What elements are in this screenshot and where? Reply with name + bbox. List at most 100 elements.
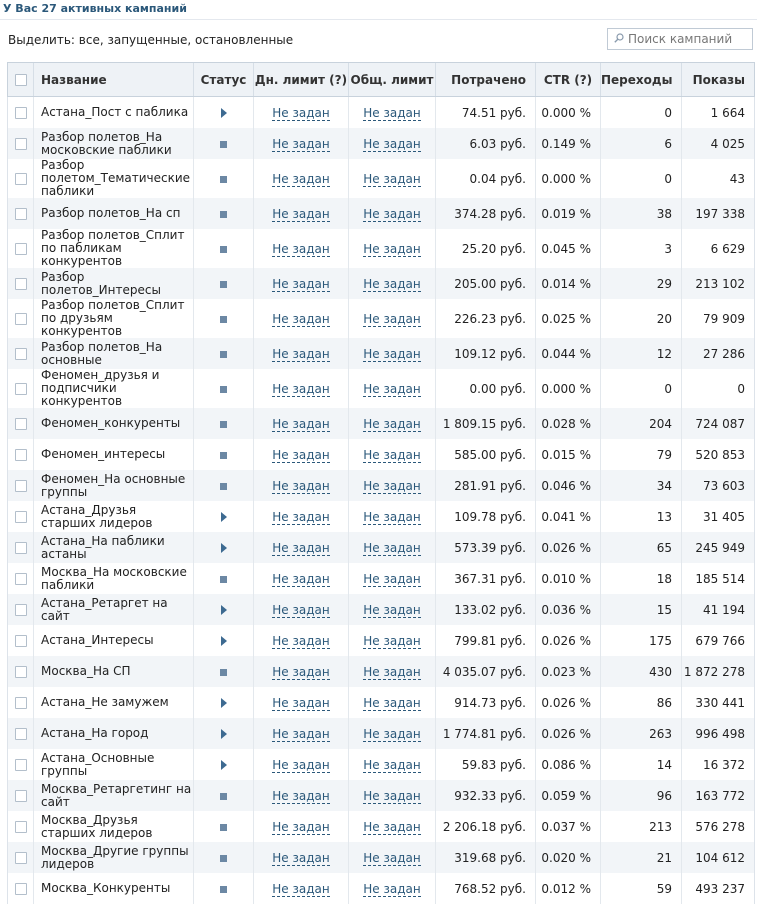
play-icon[interactable] xyxy=(221,729,227,739)
select-all-checkbox[interactable] xyxy=(15,74,27,86)
row-checkbox[interactable] xyxy=(15,383,27,395)
campaign-status[interactable] xyxy=(194,501,254,532)
row-checkbox[interactable] xyxy=(15,542,27,554)
campaign-status[interactable] xyxy=(194,842,254,873)
stop-icon[interactable] xyxy=(220,141,227,148)
campaign-status[interactable] xyxy=(194,299,254,338)
total-limit-link[interactable]: Не задан xyxy=(363,510,420,525)
column-header-spent[interactable]: Потрачено xyxy=(436,63,536,97)
campaign-search-input[interactable] xyxy=(628,29,748,49)
daily-limit-link[interactable]: Не задан xyxy=(272,882,329,897)
daily-limit-link[interactable]: Не задан xyxy=(272,137,329,152)
column-header-clicks[interactable]: Переходы xyxy=(601,63,682,97)
total-limit-link[interactable]: Не задан xyxy=(363,820,420,835)
campaign-status[interactable] xyxy=(194,97,254,129)
stop-icon[interactable] xyxy=(220,669,227,676)
daily-limit-link[interactable]: Не задан xyxy=(272,572,329,587)
daily-limit-link[interactable]: Не задан xyxy=(272,347,329,362)
total-limit-link[interactable]: Не задан xyxy=(363,448,420,463)
daily-limit-link[interactable]: Не задан xyxy=(272,727,329,742)
campaign-name[interactable]: Москва_Друзья старших лидеров xyxy=(34,811,194,842)
daily-limit-link[interactable]: Не задан xyxy=(272,758,329,773)
column-header-status[interactable]: Статус xyxy=(194,63,254,97)
campaign-status[interactable] xyxy=(194,656,254,687)
campaign-name[interactable]: Разбор полетов_На сп xyxy=(34,198,194,229)
daily-limit-link[interactable]: Не задан xyxy=(272,277,329,292)
stop-icon[interactable] xyxy=(220,886,227,893)
campaign-status[interactable] xyxy=(194,229,254,268)
row-checkbox[interactable] xyxy=(15,790,27,802)
play-icon[interactable] xyxy=(221,512,227,522)
total-limit-link[interactable]: Не задан xyxy=(363,417,420,432)
total-limit-link[interactable]: Не задан xyxy=(363,277,420,292)
daily-limit-link[interactable]: Не задан xyxy=(272,417,329,432)
campaign-name[interactable]: Разбор полетов_На московские паблики xyxy=(34,128,194,159)
play-icon[interactable] xyxy=(221,605,227,615)
row-checkbox[interactable] xyxy=(15,107,27,119)
stop-icon[interactable] xyxy=(220,421,227,428)
campaign-status[interactable] xyxy=(194,749,254,780)
daily-limit-link[interactable]: Не задан xyxy=(272,479,329,494)
campaign-name[interactable]: Астана_Друзья старших лидеров xyxy=(34,501,194,532)
total-limit-link[interactable]: Не задан xyxy=(363,665,420,680)
total-limit-link[interactable]: Не задан xyxy=(363,851,420,866)
total-limit-link[interactable]: Не задан xyxy=(363,242,420,257)
daily-limit-link[interactable]: Не задан xyxy=(272,634,329,649)
stop-icon[interactable] xyxy=(220,211,227,218)
row-checkbox[interactable] xyxy=(15,449,27,461)
stop-icon[interactable] xyxy=(220,855,227,862)
stop-icon[interactable] xyxy=(220,351,227,358)
daily-limit-link[interactable]: Не задан xyxy=(272,820,329,835)
campaign-name[interactable]: Астана_На город xyxy=(34,718,194,749)
total-limit-link[interactable]: Не задан xyxy=(363,789,420,804)
row-checkbox[interactable] xyxy=(15,243,27,255)
campaign-status[interactable] xyxy=(194,532,254,563)
daily-limit-link[interactable]: Не задан xyxy=(272,312,329,327)
stop-icon[interactable] xyxy=(220,793,227,800)
row-checkbox[interactable] xyxy=(15,208,27,220)
total-limit-link[interactable]: Не задан xyxy=(363,603,420,618)
campaign-name[interactable]: Феномен_интересы xyxy=(34,439,194,470)
play-icon[interactable] xyxy=(221,543,227,553)
campaign-status[interactable] xyxy=(194,369,254,408)
total-limit-link[interactable]: Не задан xyxy=(363,312,420,327)
total-limit-link[interactable]: Не задан xyxy=(363,137,420,152)
campaign-status[interactable] xyxy=(194,439,254,470)
row-checkbox[interactable] xyxy=(15,348,27,360)
stop-icon[interactable] xyxy=(220,576,227,583)
total-limit-link[interactable]: Не задан xyxy=(363,727,420,742)
column-header-daily-limit[interactable]: Дн. лимит (?) xyxy=(254,63,349,97)
play-icon[interactable] xyxy=(221,760,227,770)
campaign-name[interactable]: Разбор полетов_На основные xyxy=(34,338,194,369)
total-limit-link[interactable]: Не задан xyxy=(363,696,420,711)
row-checkbox[interactable] xyxy=(15,852,27,864)
campaign-status[interactable] xyxy=(194,594,254,625)
campaign-name[interactable]: Москва_На московские паблики xyxy=(34,563,194,594)
row-checkbox[interactable] xyxy=(15,418,27,430)
campaign-name[interactable]: Астана_Не замужем xyxy=(34,687,194,718)
total-limit-link[interactable]: Не задан xyxy=(363,172,420,187)
campaign-name[interactable]: Разбор полетов_Интересы xyxy=(34,268,194,299)
campaign-status[interactable] xyxy=(194,470,254,501)
row-checkbox[interactable] xyxy=(15,278,27,290)
total-limit-link[interactable]: Не задан xyxy=(363,382,420,397)
select-filter-label[interactable]: Выделить: все, запущенные, остановленные xyxy=(8,33,293,47)
campaign-name[interactable]: Астана_Пост с паблика xyxy=(34,97,194,129)
campaign-name[interactable]: Феномен_На основные группы xyxy=(34,470,194,501)
daily-limit-link[interactable]: Не задан xyxy=(272,207,329,222)
campaign-name[interactable]: Астана_На паблики астаны xyxy=(34,532,194,563)
stop-icon[interactable] xyxy=(220,246,227,253)
daily-limit-link[interactable]: Не задан xyxy=(272,242,329,257)
stop-icon[interactable] xyxy=(220,176,227,183)
stop-icon[interactable] xyxy=(220,824,227,831)
row-checkbox[interactable] xyxy=(15,759,27,771)
stop-icon[interactable] xyxy=(220,483,227,490)
total-limit-link[interactable]: Не задан xyxy=(363,479,420,494)
column-header-impressions[interactable]: Показы xyxy=(682,63,755,97)
total-limit-link[interactable]: Не задан xyxy=(363,572,420,587)
campaign-status[interactable] xyxy=(194,159,254,198)
total-limit-link[interactable]: Не задан xyxy=(363,634,420,649)
row-checkbox[interactable] xyxy=(15,728,27,740)
campaign-name[interactable]: Москва_На СП xyxy=(34,656,194,687)
daily-limit-link[interactable]: Не задан xyxy=(272,382,329,397)
